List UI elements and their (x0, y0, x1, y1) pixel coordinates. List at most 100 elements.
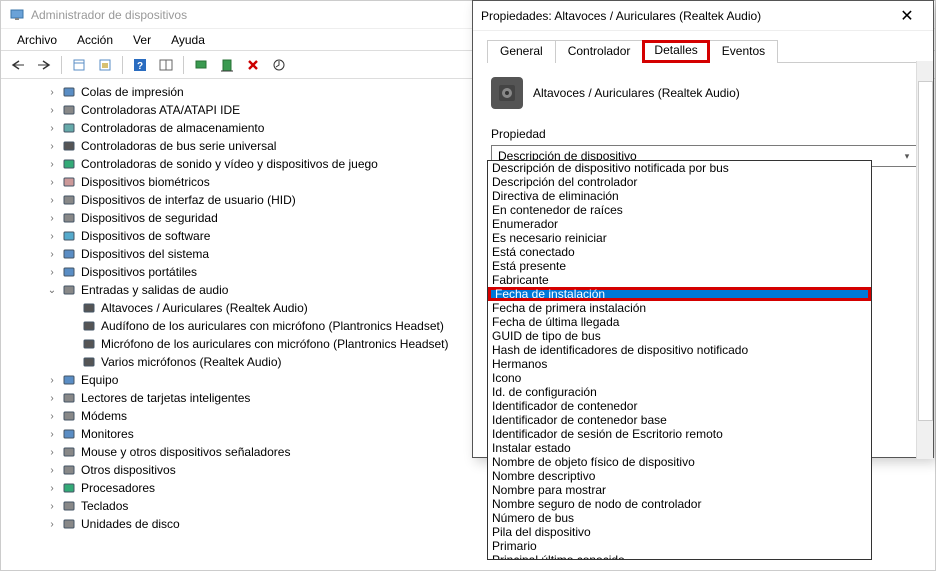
chevron-icon[interactable]: › (45, 463, 59, 477)
chevron-icon[interactable] (65, 319, 79, 333)
dropdown-option[interactable]: Es necesario reiniciar (488, 231, 871, 245)
dropdown-option[interactable]: Fabricante (488, 273, 871, 287)
chevron-icon[interactable]: › (45, 517, 59, 531)
dropdown-option[interactable]: Directiva de eliminación (488, 189, 871, 203)
system-icon (61, 246, 77, 262)
dropdown-option[interactable]: Pila del dispositivo (488, 525, 871, 539)
chevron-icon[interactable]: › (45, 157, 59, 171)
dropdown-option[interactable]: GUID de tipo de bus (488, 329, 871, 343)
dropdown-option[interactable]: Nombre para mostrar (488, 483, 871, 497)
sound-icon (61, 156, 77, 172)
dropdown-option[interactable]: Principal último conocido (488, 553, 871, 560)
svg-text:?: ? (137, 61, 143, 72)
toolbar-icon-4[interactable] (155, 54, 177, 76)
dropdown-option[interactable]: Enumerador (488, 217, 871, 231)
tab-detalles[interactable]: Detalles (642, 40, 709, 63)
tree-label: Equipo (81, 373, 118, 387)
chevron-icon[interactable]: › (45, 247, 59, 261)
dropdown-option[interactable]: Nombre seguro de nodo de controlador (488, 497, 871, 511)
chevron-icon[interactable]: › (45, 481, 59, 495)
dropdown-option[interactable]: Identificador de contenedor (488, 399, 871, 413)
tree-label: Lectores de tarjetas inteligentes (81, 391, 250, 405)
tree-label: Dispositivos de seguridad (81, 211, 218, 225)
toolbar-icon-6[interactable] (216, 54, 238, 76)
portable-icon (61, 264, 77, 280)
modem-icon (61, 408, 77, 424)
dropdown-option[interactable]: Descripción del controlador (488, 175, 871, 189)
dropdown-option[interactable]: Instalar estado (488, 441, 871, 455)
toolbar-icon-1[interactable] (68, 54, 90, 76)
dialog-titlebar[interactable]: Propiedades: Altavoces / Auriculares (Re… (473, 1, 933, 31)
chevron-icon[interactable]: › (45, 121, 59, 135)
chevron-icon[interactable]: › (45, 193, 59, 207)
toolbar-help-icon[interactable]: ? (129, 54, 151, 76)
menu-ver[interactable]: Ver (123, 31, 161, 49)
chevron-icon[interactable]: › (45, 175, 59, 189)
dropdown-option[interactable]: Número de bus (488, 511, 871, 525)
chevron-icon[interactable] (65, 355, 79, 369)
tab-eventos[interactable]: Eventos (709, 40, 778, 63)
tree-label: Controladoras de sonido y vídeo y dispos… (81, 157, 378, 171)
dropdown-option[interactable]: Primario (488, 539, 871, 553)
dialog-scrollbar[interactable] (916, 61, 933, 459)
tree-label: Audífono de los auriculares con micrófon… (101, 319, 444, 333)
dropdown-option[interactable]: Descripción de dispositivo notificada po… (488, 161, 871, 175)
chevron-icon[interactable]: › (45, 103, 59, 117)
tab-controlador[interactable]: Controlador (555, 40, 644, 63)
dropdown-option[interactable]: Fecha de última llegada (488, 315, 871, 329)
cpu-icon (61, 480, 77, 496)
dropdown-option[interactable]: Identificador de sesión de Escritorio re… (488, 427, 871, 441)
tab-general[interactable]: General (487, 40, 556, 63)
forward-button[interactable] (33, 54, 55, 76)
chevron-icon[interactable]: › (45, 265, 59, 279)
toolbar-icon-5[interactable] (190, 54, 212, 76)
dropdown-option[interactable]: Id. de configuración (488, 385, 871, 399)
chevron-icon[interactable]: ⌄ (45, 283, 59, 297)
dialog-title: Propiedades: Altavoces / Auriculares (Re… (481, 9, 889, 23)
property-label: Propiedad (491, 127, 915, 141)
audio-icon (61, 282, 77, 298)
dropdown-option[interactable]: Nombre de objeto físico de dispositivo (488, 455, 871, 469)
dropdown-option[interactable]: Fecha de primera instalación (488, 301, 871, 315)
chevron-icon[interactable]: › (45, 85, 59, 99)
dropdown-option[interactable]: Nombre descriptivo (488, 469, 871, 483)
mic-icon (81, 354, 97, 370)
chevron-icon[interactable] (65, 337, 79, 351)
chevron-icon[interactable]: › (45, 409, 59, 423)
tree-label: Controladoras de bus serie universal (81, 139, 276, 153)
chevron-icon[interactable]: › (45, 427, 59, 441)
menu-accion[interactable]: Acción (67, 31, 123, 49)
dropdown-option[interactable]: Hash de identificadores de dispositivo n… (488, 343, 871, 357)
chevron-icon[interactable]: › (45, 391, 59, 405)
storage-icon (61, 120, 77, 136)
dialog-close-button[interactable]: ✕ (889, 2, 925, 30)
dropdown-option[interactable]: Identificador de contenedor base (488, 413, 871, 427)
back-button[interactable] (7, 54, 29, 76)
smartcard-icon (61, 390, 77, 406)
chevron-icon[interactable] (65, 301, 79, 315)
menu-archivo[interactable]: Archivo (7, 31, 67, 49)
toolbar-icon-8[interactable] (268, 54, 290, 76)
chevron-icon[interactable]: › (45, 373, 59, 387)
menu-ayuda[interactable]: Ayuda (161, 31, 215, 49)
chevron-icon[interactable]: › (45, 211, 59, 225)
chevron-down-icon: ▾ (900, 149, 914, 163)
property-dropdown-list[interactable]: Descripción de dispositivo notificada po… (487, 160, 872, 560)
toolbar-icon-2[interactable] (94, 54, 116, 76)
chevron-icon[interactable]: › (45, 445, 59, 459)
chevron-icon[interactable]: › (45, 499, 59, 513)
dropdown-option[interactable]: En contenedor de raíces (488, 203, 871, 217)
chevron-icon[interactable]: › (45, 139, 59, 153)
dropdown-option[interactable]: Está conectado (488, 245, 871, 259)
dropdown-option[interactable]: Fecha de instalación (488, 287, 871, 301)
dropdown-option[interactable]: Icono (488, 371, 871, 385)
speaker-icon (491, 77, 523, 109)
chevron-icon[interactable]: › (45, 229, 59, 243)
dropdown-option[interactable]: Hermanos (488, 357, 871, 371)
tree-label: Módems (81, 409, 127, 423)
dropdown-option[interactable]: Está presente (488, 259, 871, 273)
toolbar-delete-icon[interactable] (242, 54, 264, 76)
speaker-icon (81, 300, 97, 316)
app-icon (9, 7, 25, 23)
scrollbar-thumb[interactable] (918, 81, 933, 421)
